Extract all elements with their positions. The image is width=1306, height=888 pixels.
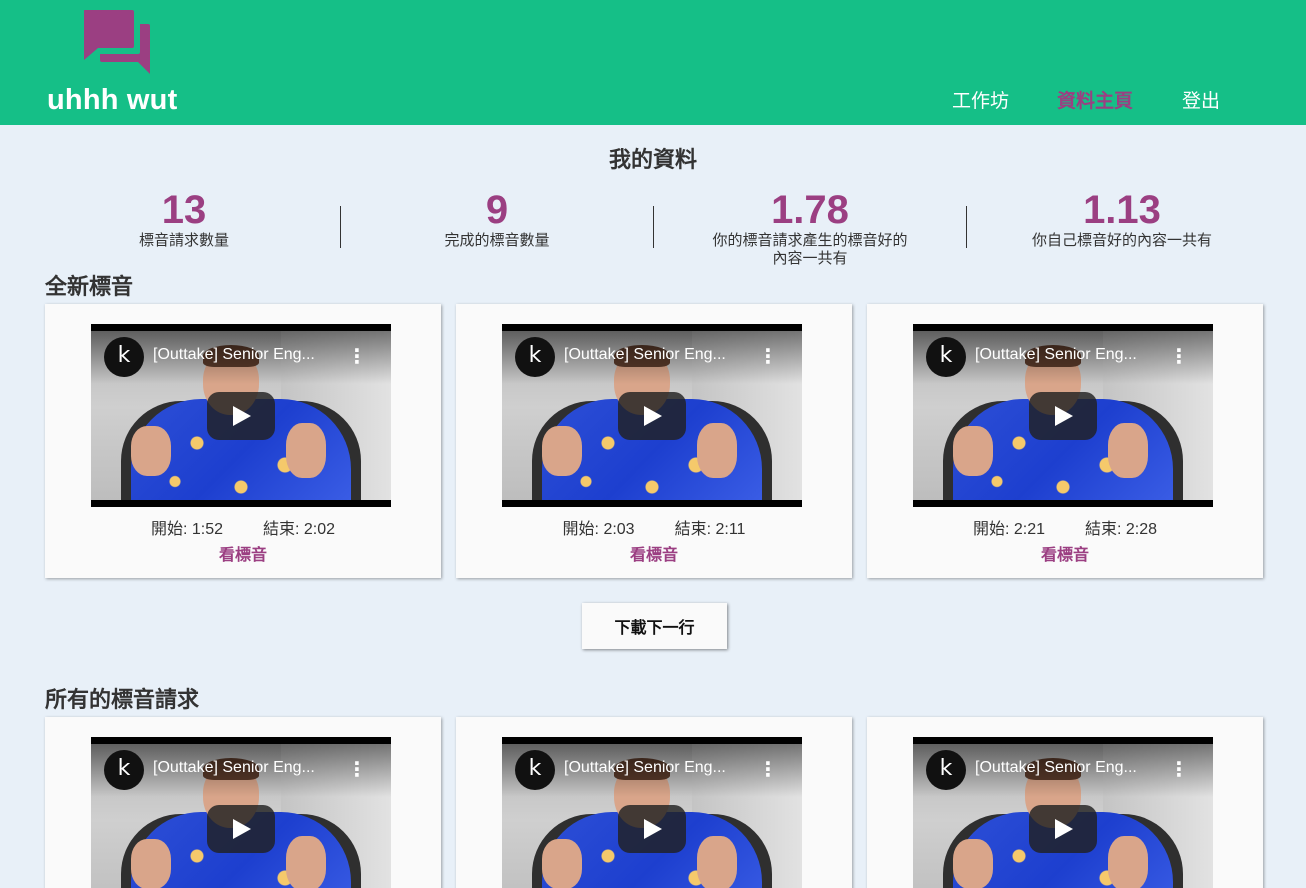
stat-requests: 13 標音請求數量 [104, 188, 264, 250]
caption-card: k [Outtake] Senior Eng... ⋮ 開始: 2:21 結束: … [867, 304, 1263, 578]
time-range: 開始: 2:21 結束: 2:28 [867, 515, 1263, 539]
stat-value: 9 [485, 188, 509, 232]
app-header: uhhh wut 工作坊 資料主頁 登出 [0, 0, 1306, 125]
video-title[interactable]: [Outtake] Senior Eng... [564, 759, 754, 777]
brand-name[interactable]: uhhh wut [47, 84, 177, 117]
caption-card: k [Outtake] Senior Eng... ⋮ 開始: 1:52 結束: … [45, 304, 441, 578]
channel-avatar[interactable]: k [104, 750, 144, 790]
video-embed[interactable]: k [Outtake] Senior Eng... ⋮ [91, 324, 391, 507]
video-embed[interactable]: k [Outtake] Senior Eng... ⋮ [913, 737, 1213, 888]
play-icon [644, 406, 662, 426]
chat-bubbles-icon[interactable] [82, 8, 152, 76]
nav-logout[interactable]: 登出 [1182, 86, 1220, 113]
stat-value: 13 [161, 188, 207, 232]
view-caption-link[interactable]: 看標音 [867, 541, 1263, 565]
video-title[interactable]: [Outtake] Senior Eng... [975, 759, 1165, 777]
time-range: 開始: 1:52 結束: 2:02 [45, 515, 441, 539]
play-button[interactable] [207, 805, 275, 853]
video-title[interactable]: [Outtake] Senior Eng... [153, 346, 343, 364]
stat-label: 你的標音請求產生的標音好的內容一共有 [712, 232, 908, 267]
channel-avatar[interactable]: k [926, 337, 966, 377]
stat-label: 你自己標音好的內容一共有 [1031, 232, 1212, 249]
stat-completed: 9 完成的標音數量 [417, 188, 577, 250]
view-caption-link[interactable]: 看標音 [456, 541, 852, 565]
video-embed[interactable]: k [Outtake] Senior Eng... ⋮ [913, 324, 1213, 507]
channel-avatar[interactable]: k [515, 337, 555, 377]
video-embed[interactable]: k [Outtake] Senior Eng... ⋮ [91, 737, 391, 888]
stat-divider [653, 206, 654, 248]
stat-own-content: 1.13 你自己標音好的內容一共有 [1012, 188, 1232, 250]
play-icon [1055, 406, 1073, 426]
play-button[interactable] [207, 392, 275, 440]
play-button[interactable] [618, 392, 686, 440]
end-time: 結束: 2:11 [674, 521, 746, 538]
end-time: 結束: 2:02 [263, 521, 336, 538]
more-vert-icon[interactable]: ⋮ [758, 344, 778, 370]
stat-requested-content: 1.78 你的標音請求產生的標音好的內容一共有 [710, 188, 910, 268]
more-vert-icon[interactable]: ⋮ [1169, 757, 1189, 783]
load-more-button[interactable]: 下載下一行 [582, 603, 727, 649]
play-button[interactable] [1029, 392, 1097, 440]
video-embed[interactable]: k [Outtake] Senior Eng... ⋮ [502, 737, 802, 888]
start-time: 開始: 2:21 [972, 521, 1045, 538]
section-title-new-captions: 全新標音 [45, 274, 134, 299]
caption-card: k [Outtake] Senior Eng... ⋮ 開始: 2:03 結束: … [456, 304, 852, 578]
more-vert-icon[interactable]: ⋮ [1169, 344, 1189, 370]
play-button[interactable] [1029, 805, 1097, 853]
request-card: k [Outtake] Senior Eng... ⋮ [867, 717, 1263, 888]
section-title-all-requests: 所有的標音請求 [45, 687, 200, 712]
start-time: 開始: 2:03 [562, 521, 635, 538]
start-time: 開始: 1:52 [150, 521, 223, 538]
video-title[interactable]: [Outtake] Senior Eng... [975, 346, 1165, 364]
nav-profile[interactable]: 資料主頁 [1057, 86, 1133, 113]
channel-avatar[interactable]: k [515, 750, 555, 790]
video-title[interactable]: [Outtake] Senior Eng... [153, 759, 343, 777]
page-title: 我的資料 [608, 147, 697, 172]
stat-divider [340, 206, 341, 248]
view-caption-link[interactable]: 看標音 [45, 541, 441, 565]
stat-label: 完成的標音數量 [444, 232, 550, 249]
stat-value: 1.13 [1083, 188, 1161, 232]
play-button[interactable] [618, 805, 686, 853]
more-vert-icon[interactable]: ⋮ [758, 757, 778, 783]
more-vert-icon[interactable]: ⋮ [347, 344, 367, 370]
more-vert-icon[interactable]: ⋮ [347, 757, 367, 783]
stat-divider [966, 206, 967, 248]
play-icon [233, 819, 251, 839]
time-range: 開始: 2:03 結束: 2:11 [456, 515, 852, 539]
nav-workshop[interactable]: 工作坊 [952, 86, 1009, 113]
channel-avatar[interactable]: k [104, 337, 144, 377]
play-icon [233, 406, 251, 426]
video-embed[interactable]: k [Outtake] Senior Eng... ⋮ [502, 324, 802, 507]
stat-value: 1.78 [771, 188, 849, 232]
play-icon [1055, 819, 1073, 839]
request-card: k [Outtake] Senior Eng... ⋮ [45, 717, 441, 888]
play-icon [644, 819, 662, 839]
stat-label: 標音請求數量 [138, 232, 229, 249]
video-title[interactable]: [Outtake] Senior Eng... [564, 346, 754, 364]
channel-avatar[interactable]: k [926, 750, 966, 790]
end-time: 結束: 2:28 [1085, 521, 1158, 538]
request-card: k [Outtake] Senior Eng... ⋮ [456, 717, 852, 888]
